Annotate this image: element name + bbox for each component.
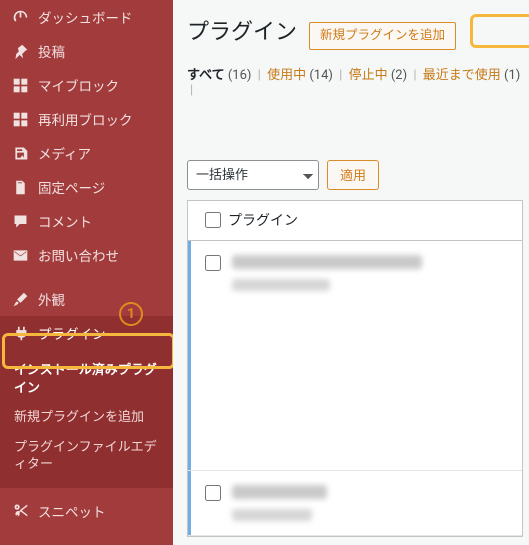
filter-label: 最近まで使用: [423, 68, 501, 83]
blocks-icon: [10, 111, 30, 128]
media-icon: [10, 145, 30, 162]
sidebar-item-dashboard[interactable]: ダッシュボード: [0, 0, 173, 34]
redacted-plugin-name: [232, 255, 422, 269]
add-new-plugin-button[interactable]: 新規プラグインを追加: [309, 22, 456, 50]
table-row: [188, 471, 522, 536]
sidebar-item-reusable-blocks[interactable]: 再利用ブロック: [0, 102, 173, 136]
pin-icon: [10, 43, 30, 60]
redacted-plugin-name: [232, 485, 327, 499]
separator: |: [410, 68, 419, 83]
sidebar-item-posts[interactable]: 投稿: [0, 34, 173, 68]
filter-recent[interactable]: 最近まで使用: [423, 68, 501, 83]
sidebar-item-label: マイブロック: [38, 75, 119, 95]
plugins-submenu: インストール済みプラグイン 新規プラグインを追加 プラグインファイルエディター: [0, 350, 173, 488]
sidebar-item-label: コメント: [38, 211, 92, 231]
filter-inactive-count: (2): [391, 68, 407, 83]
admin-sidebar: ダッシュボード 投稿 マイブロック 再利用ブロック メディア 固定ページ コメン…: [0, 0, 173, 545]
filter-label: 使用中: [267, 68, 306, 83]
row-checkbox[interactable]: [205, 485, 221, 501]
page-title: プラグイン: [187, 14, 297, 46]
filter-label: すべて: [187, 68, 225, 83]
separator: |: [336, 68, 345, 83]
sidebar-item-comments[interactable]: コメント: [0, 204, 173, 238]
sidebar-item-label: プラグイン: [38, 323, 106, 343]
filter-label: 停止中: [349, 68, 388, 83]
filter-all[interactable]: すべて: [187, 68, 225, 83]
plugins-table: プラグイン: [187, 200, 523, 537]
separator: |: [187, 83, 196, 98]
column-plugin[interactable]: プラグイン: [228, 210, 298, 230]
sidebar-item-label: 投稿: [38, 41, 65, 61]
sidebar-item-label: 固定ページ: [38, 177, 105, 197]
submenu-plugin-file-editor[interactable]: プラグインファイルエディター: [0, 433, 173, 480]
brush-icon: [10, 291, 30, 308]
mail-icon: [10, 247, 30, 264]
filter-inactive[interactable]: 停止中: [349, 68, 388, 83]
sidebar-item-contact[interactable]: お問い合わせ: [0, 238, 173, 272]
sidebar-item-label: ダッシュボード: [38, 7, 133, 27]
row-checkbox[interactable]: [205, 255, 221, 271]
filter-all-count: (16): [228, 68, 252, 83]
bulk-action-select[interactable]: 一括操作: [187, 160, 319, 190]
sidebar-item-label: 外観: [38, 289, 65, 309]
sidebar-item-media[interactable]: メディア: [0, 136, 173, 170]
bulk-apply-button[interactable]: 適用: [327, 160, 379, 190]
sidebar-item-label: スニペット: [38, 501, 106, 521]
filter-active-count: (14): [309, 68, 333, 83]
dashboard-icon: [10, 9, 30, 26]
sidebar-item-label: 再利用ブロック: [38, 109, 133, 129]
sidebar-item-snippets[interactable]: スニペット: [0, 494, 173, 528]
main-content: プラグイン 新規プラグインを追加 すべて (16) | 使用中 (14) | 停…: [173, 0, 529, 545]
scissors-icon: [10, 502, 30, 519]
comment-icon: [10, 213, 30, 230]
filter-active[interactable]: 使用中: [267, 68, 306, 83]
sidebar-item-label: メディア: [38, 143, 91, 163]
separator: |: [255, 68, 264, 83]
sidebar-item-label: お問い合わせ: [38, 245, 119, 265]
redacted-plugin-actions: [232, 279, 330, 291]
table-row: [188, 241, 522, 471]
plug-icon: [10, 325, 30, 342]
redacted-plugin-actions: [232, 509, 312, 521]
sidebar-item-myblocks[interactable]: マイブロック: [0, 68, 173, 102]
plugin-status-filters: すべて (16) | 使用中 (14) | 停止中 (2) | 最近まで使用 (…: [187, 64, 523, 98]
select-all-checkbox[interactable]: [205, 212, 221, 228]
callout-badge-1: 1: [119, 302, 143, 326]
plugin-cell: [228, 485, 512, 521]
blocks-icon: [10, 77, 30, 94]
plugin-cell: [228, 255, 512, 291]
table-header: プラグイン: [188, 201, 522, 241]
filter-recent-count: (1): [504, 68, 520, 83]
submenu-installed-plugins[interactable]: インストール済みプラグイン: [0, 356, 173, 403]
page-icon: [10, 179, 30, 196]
sidebar-item-plugins[interactable]: プラグイン: [0, 316, 173, 350]
sidebar-item-pages[interactable]: 固定ページ: [0, 170, 173, 204]
submenu-add-new-plugin[interactable]: 新規プラグインを追加: [0, 403, 173, 433]
sidebar-item-appearance[interactable]: 外観: [0, 282, 173, 316]
